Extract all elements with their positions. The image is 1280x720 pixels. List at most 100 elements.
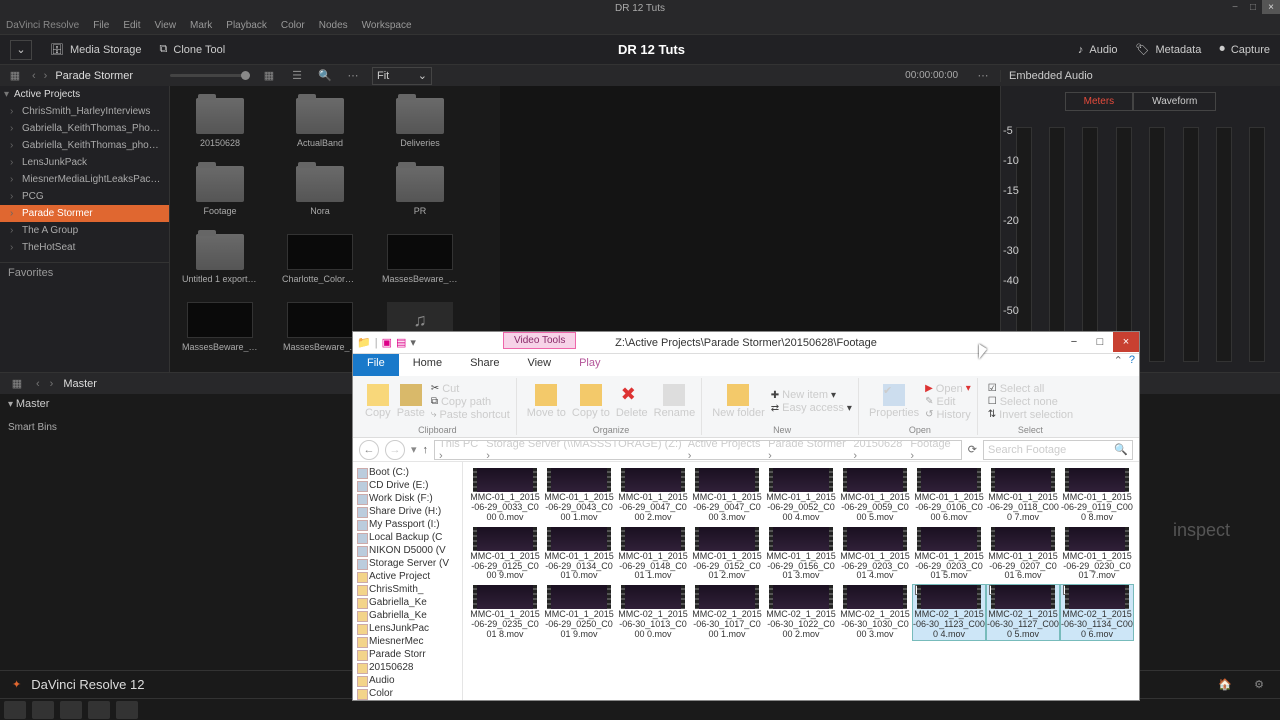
grid-item[interactable]: MassesBeware_... <box>282 302 358 352</box>
nav-tree-item[interactable]: Local Backup (C <box>355 531 460 544</box>
grid-item[interactable]: ActualBand <box>282 98 358 148</box>
file-item[interactable]: MMC-02_1_2015-06-30_1017_C000 1.mov <box>691 585 763 640</box>
task-explorer-icon[interactable] <box>32 701 54 719</box>
up-button[interactable]: ↑ <box>423 444 429 456</box>
grid-item[interactable]: MassesBeware_Color... <box>382 234 458 284</box>
qat-dropdown-icon[interactable]: ▾ <box>410 336 416 349</box>
settings-icon[interactable]: ⚙ <box>1250 676 1268 694</box>
recent-dropdown-icon[interactable]: ▾ <box>411 443 417 456</box>
easy-access-button[interactable]: ⇄ Easy access ▾ <box>771 402 852 414</box>
ribbon-share-tab[interactable]: Share <box>456 354 513 376</box>
more-icon[interactable]: ⋯ <box>344 67 362 85</box>
file-item[interactable]: MMC-01_1_2015-06-29_0156_C001 3.mov <box>765 527 837 582</box>
master-bin[interactable]: ▾ Master <box>8 398 57 410</box>
file-item[interactable]: MMC-01_1_2015-06-29_0043_C000 1.mov <box>543 468 615 523</box>
meters-tab[interactable]: Meters <box>1065 92 1134 111</box>
tree-item[interactable]: Gabriella_KeithThomas_photos_ <box>0 137 169 154</box>
grid-item[interactable]: Charlotte_Color_V01... <box>282 234 358 284</box>
capture-toggle[interactable]: ⏺Capture <box>1219 43 1270 56</box>
menu-color[interactable]: Color <box>281 20 305 31</box>
list-view-icon[interactable]: ☰ <box>288 67 306 85</box>
nav-tree-item[interactable]: My Passport (I:) <box>355 518 460 531</box>
file-item[interactable]: MMC-01_1_2015-06-29_0033_C000 0.mov <box>469 468 541 523</box>
select-none-button[interactable]: ☐ Select none <box>988 396 1073 408</box>
nav-tree-item[interactable]: Active Project <box>355 570 460 583</box>
nav-tree-item[interactable]: LensJunkPac <box>355 622 460 635</box>
menu-view[interactable]: View <box>155 20 177 31</box>
cut-button[interactable]: ✂ Cut <box>431 383 510 395</box>
address-bar[interactable]: This PCStorage Server (\\MASSSTORAGE) (Z… <box>434 440 962 460</box>
file-item[interactable]: MMC-01_1_2015-06-29_0203_C001 5.mov <box>913 527 985 582</box>
tree-item[interactable]: Gabriella_KeithThomas_Photos_ <box>0 120 169 137</box>
select-all-button[interactable]: ☑ Select all <box>988 383 1073 395</box>
pool-back[interactable]: ‹ <box>36 378 40 390</box>
tree-item[interactable]: MiesnerMediaLightLeaksPack_... <box>0 171 169 188</box>
invert-selection-button[interactable]: ⇅ Invert selection <box>988 409 1073 421</box>
file-item[interactable]: MMC-01_1_2015-06-29_0152_C001 2.mov <box>691 527 763 582</box>
maximize-button[interactable]: □ <box>1244 0 1262 14</box>
file-item[interactable]: MMC-01_1_2015-06-29_0134_C001 0.mov <box>543 527 615 582</box>
file-item[interactable]: MMC-01_1_2015-06-29_0230_C001 7.mov <box>1061 527 1133 582</box>
new-folder-button[interactable]: New folder <box>712 384 765 419</box>
ribbon-file-tab[interactable]: File <box>353 354 399 376</box>
file-item[interactable]: MMC-02_1_2015-06-30_1013_C000 0.mov <box>617 585 689 640</box>
new-item-button[interactable]: ✚ New item ▾ <box>771 389 852 401</box>
zoom-fit-select[interactable]: Fit⌄ <box>372 67 432 85</box>
file-item[interactable]: MMC-01_1_2015-06-29_0047_C000 2.mov <box>617 468 689 523</box>
refresh-icon[interactable]: ⟳ <box>968 443 977 456</box>
grid-item[interactable]: 20150628 <box>182 98 258 148</box>
home-icon[interactable]: 🏠 <box>1216 676 1234 694</box>
tree-item[interactable]: The A Group <box>0 222 169 239</box>
grid-item[interactable]: Footage <box>182 166 258 216</box>
minimize-button[interactable]: − <box>1226 0 1244 14</box>
explorer-minimize[interactable]: − <box>1061 332 1087 352</box>
nav-tree-item[interactable]: Audio <box>355 674 460 687</box>
copy-button[interactable]: Copy <box>365 384 391 419</box>
nav-tree-item[interactable]: ChrisSmith_ <box>355 583 460 596</box>
explorer-close[interactable]: × <box>1113 332 1139 352</box>
nav-pane[interactable]: Boot (C:)CD Drive (E:)Work Disk (F:)Shar… <box>353 462 463 700</box>
grid-item[interactable]: MassesBeware_Color... <box>182 302 258 352</box>
grid-item[interactable]: Nora <box>282 166 358 216</box>
qat-new-icon[interactable]: ▤ <box>396 336 406 349</box>
crumb[interactable]: Parade Stormer <box>768 440 851 460</box>
thumbnail-size-slider[interactable] <box>170 74 250 77</box>
timecode-options-icon[interactable]: ⋯ <box>974 67 992 85</box>
tree-item[interactable]: LensJunkPack <box>0 154 169 171</box>
tree-item[interactable]: ChrisSmith_HarleyInterviews <box>0 103 169 120</box>
media-storage-toggle[interactable]: 🗄 Media Storage <box>50 43 142 56</box>
file-item[interactable]: MMC-01_1_2015-06-29_0059_C000 5.mov <box>839 468 911 523</box>
metadata-toggle[interactable]: 🏷Metadata <box>1136 43 1202 56</box>
ribbon-view-tab[interactable]: View <box>513 354 565 376</box>
nav-tree-item[interactable]: Color <box>355 687 460 700</box>
file-item[interactable]: MMC-01_1_2015-06-29_0052_C000 4.mov <box>765 468 837 523</box>
move-to-button[interactable]: Move to <box>527 384 566 419</box>
menu-workspace[interactable]: Workspace <box>362 20 412 31</box>
start-button[interactable] <box>4 701 26 719</box>
clone-tool-toggle[interactable]: ⧉ Clone Tool <box>160 43 226 56</box>
nav-tree-item[interactable]: Gabriella_Ke <box>355 609 460 622</box>
file-item[interactable]: MMC-01_1_2015-06-29_0148_C001 1.mov <box>617 527 689 582</box>
file-item[interactable]: ✓MMC-02_1_2015-06-30_1127_C000 5.mov <box>987 585 1059 640</box>
video-tools-context-tab[interactable]: Video Tools <box>503 332 576 349</box>
properties-button[interactable]: ✔Properties <box>869 384 919 419</box>
forward-button[interactable]: → <box>385 440 405 460</box>
file-item[interactable]: ✓MMC-02_1_2015-06-30_1123_C000 4.mov <box>913 585 985 640</box>
rename-button[interactable]: Rename <box>654 384 696 419</box>
file-item[interactable]: MMC-01_1_2015-06-29_0047_C000 3.mov <box>691 468 763 523</box>
ribbon-collapse-icon[interactable]: ⌃ <box>1114 354 1123 367</box>
ribbon-play-tab[interactable]: Play <box>565 354 614 376</box>
file-item[interactable]: MMC-01_1_2015-06-29_0106_C000 6.mov <box>913 468 985 523</box>
edit-button[interactable]: ✎ Edit <box>925 396 971 408</box>
file-item[interactable]: MMC-01_1_2015-06-29_0250_C001 9.mov <box>543 585 615 640</box>
nav-tree-item[interactable]: MiesnerMec <box>355 635 460 648</box>
task-chrome-icon[interactable] <box>88 701 110 719</box>
crumb[interactable]: Storage Server (\\MASSSTORAGE) (Z:) <box>486 440 685 460</box>
file-item[interactable]: MMC-02_1_2015-06-30_1030_C000 3.mov <box>839 585 911 640</box>
search-box[interactable]: Search Footage🔍 <box>983 440 1133 460</box>
grid-item[interactable]: Untitled 1 exported ... <box>182 234 258 284</box>
paste-button[interactable]: Paste <box>397 384 425 419</box>
tree-item[interactable]: TheHotSeat <box>0 239 169 256</box>
copy-to-button[interactable]: Copy to <box>572 384 610 419</box>
waveform-tab[interactable]: Waveform <box>1133 92 1216 111</box>
